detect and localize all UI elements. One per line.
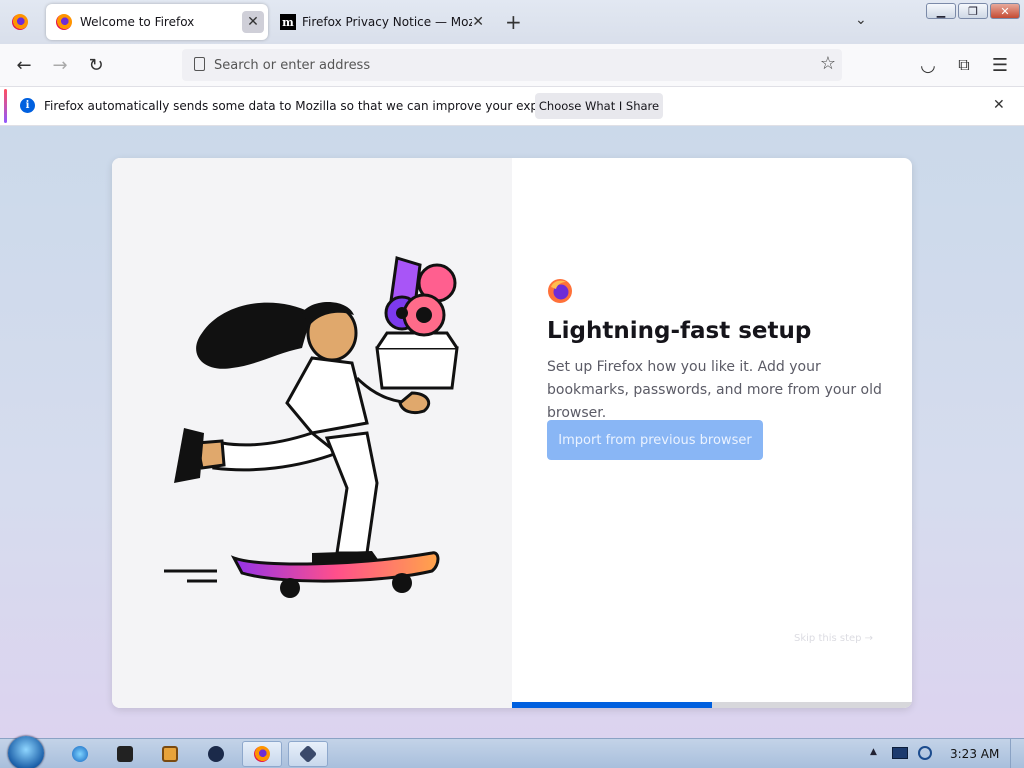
maximize-button[interactable]: ❐ — [958, 3, 988, 19]
clock[interactable]: 3:23 AM — [950, 747, 999, 761]
close-tab-icon[interactable]: ✕ — [242, 11, 264, 33]
firefox-icon — [254, 746, 270, 762]
tab-label: Welcome to Firefox — [80, 15, 195, 29]
tab-firefox-privacy-notice[interactable]: m Firefox Privacy Notice — Mozilla ✕ — [276, 4, 486, 40]
back-leg-shape — [212, 431, 340, 472]
network-icon[interactable] — [892, 747, 908, 759]
firefox-view-icon[interactable] — [12, 14, 28, 30]
taskbar: ▲ 3:23 AM — [0, 736, 1024, 768]
button-label: Choose What I Share — [538, 99, 660, 113]
volume-icon[interactable] — [918, 746, 932, 760]
setup-panel: Lightning-fast setup Set up Firefox how … — [512, 158, 912, 708]
firefox-taskbar-icon[interactable] — [242, 741, 282, 767]
navigation-toolbar: ← → ↻ ☆ ◡ ⧉ ☰ — [0, 44, 1024, 86]
extensions-icon[interactable]: ⧉ — [951, 52, 977, 78]
skip-this-step-link[interactable]: Skip this step → — [794, 633, 873, 644]
virtualbox-icon[interactable] — [288, 741, 328, 767]
hand-shape — [398, 391, 431, 415]
start-button[interactable] — [8, 736, 44, 768]
firefox-icon — [56, 14, 72, 30]
minimize-button[interactable]: ▁ — [926, 3, 956, 19]
tab-strip: Welcome to Firefox ✕ m Firefox Privacy N… — [0, 0, 1024, 44]
new-tab-button[interactable]: + — [505, 10, 522, 34]
list-all-tabs-button[interactable]: ⌄ — [855, 12, 867, 28]
url-input[interactable] — [214, 49, 804, 81]
torso-shape — [285, 356, 369, 435]
url-bar[interactable]: ☆ — [182, 49, 842, 81]
skateboarder-illustration — [164, 256, 459, 598]
choose-what-i-share-button[interactable]: Choose What I Share — [535, 93, 663, 119]
wheel-shape — [392, 573, 412, 593]
firefox-logo-icon — [548, 279, 572, 303]
notification-accent — [4, 89, 7, 123]
wheel-shape — [280, 578, 300, 598]
app-box-icon[interactable] — [105, 741, 145, 767]
close-window-button[interactable]: ✕ — [990, 3, 1020, 19]
setup-description: Set up Firefox how you like it. Add your… — [547, 359, 882, 421]
onboarding-card: Lightning-fast setup Set up Firefox how … — [112, 158, 912, 708]
back-button[interactable]: ← — [11, 52, 37, 78]
hair-shape — [196, 302, 312, 369]
show-desktop-button[interactable] — [1010, 739, 1024, 768]
mozilla-icon: m — [280, 14, 296, 30]
reload-button[interactable]: ↻ — [83, 52, 109, 78]
internet-explorer-icon[interactable] — [60, 741, 100, 767]
data-collection-notification: i Firefox automatically sends some data … — [0, 86, 1024, 126]
forward-button[interactable]: → — [47, 52, 73, 78]
box-shape — [375, 346, 459, 390]
circle-app-icon[interactable] — [196, 741, 236, 767]
gear-center-shape — [416, 307, 432, 323]
bookmark-star-icon[interactable]: ☆ — [820, 53, 836, 74]
progress-fill — [512, 702, 712, 708]
pocket-icon[interactable]: ◡ — [915, 52, 941, 78]
gear-center-shape — [396, 307, 408, 319]
show-hidden-icons-icon[interactable]: ▲ — [870, 747, 877, 757]
close-notification-icon[interactable]: ✕ — [993, 97, 1005, 113]
setup-title: Lightning-fast setup — [547, 318, 812, 344]
back-shoe-shape — [174, 428, 204, 483]
front-leg-shape — [324, 431, 379, 555]
notification-message: Firefox automatically sends some data to… — [44, 99, 587, 113]
hamburger-menu-icon[interactable]: ☰ — [987, 52, 1013, 78]
import-from-previous-browser-button[interactable]: Import from previous browser — [547, 420, 763, 460]
onboarding-progress-bar — [512, 702, 912, 708]
illustration-panel — [112, 158, 512, 708]
page-content: Lightning-fast setup Set up Firefox how … — [0, 126, 1024, 738]
tab-label: Firefox Privacy Notice — Mozilla — [302, 15, 472, 29]
page-icon — [194, 57, 205, 71]
media-player-icon[interactable] — [150, 741, 190, 767]
info-icon: i — [20, 98, 35, 113]
tab-welcome-to-firefox[interactable]: Welcome to Firefox ✕ — [46, 4, 268, 40]
close-tab-icon[interactable]: ✕ — [472, 14, 484, 30]
